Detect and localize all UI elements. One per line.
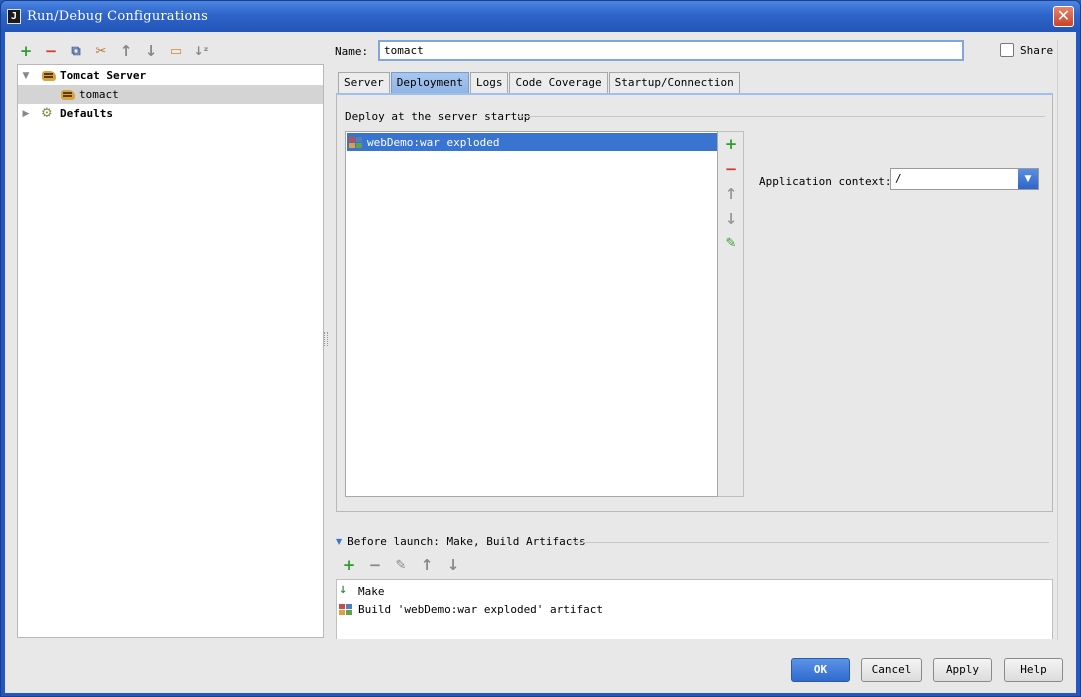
expand-arrow-icon[interactable]: ▼: [20, 71, 32, 81]
dialog-client: + − ⧉ ✂ ↑ ↓ ▭ ↓ᶻ ▼ Tomcat Server tomact …: [5, 32, 1076, 693]
apply-button[interactable]: Apply: [933, 658, 992, 682]
chevron-down-icon[interactable]: ▼: [1018, 169, 1038, 189]
share-checkbox-row[interactable]: Share: [1000, 43, 1053, 57]
close-button[interactable]: ✕: [1053, 6, 1074, 27]
name-input[interactable]: tomact: [378, 40, 964, 61]
move-down-icon[interactable]: ↓: [444, 556, 462, 574]
deploy-list-toolbar: + − ↑ ↓ ✎: [718, 131, 744, 497]
list-item-label: Make: [358, 584, 385, 598]
list-item-label: webDemo:war exploded: [367, 135, 500, 149]
list-item-label: Build 'webDemo:war exploded' artifact: [358, 602, 604, 616]
before-launch-divider: [570, 542, 1049, 543]
move-down-icon[interactable]: ↓: [723, 211, 739, 227]
sort-icon[interactable]: ↓ᶻ: [192, 42, 210, 60]
share-checkbox[interactable]: [1000, 43, 1014, 57]
deployment-panel: Deploy at the server startup webDemo:war…: [336, 93, 1053, 512]
copy-icon[interactable]: ⧉: [67, 42, 85, 60]
deploy-artifact-list[interactable]: webDemo:war exploded: [345, 131, 718, 497]
section-divider: [517, 116, 1045, 117]
tab-startup-connection[interactable]: Startup/Connection: [608, 72, 740, 93]
before-launch-header[interactable]: ▼ Before launch: Make, Build Artifacts: [336, 535, 586, 548]
title-bar[interactable]: J Run/Debug Configurations ✕: [1, 1, 1080, 32]
before-launch-list[interactable]: ↓ Make Build 'webDemo:war exploded' arti…: [336, 579, 1053, 639]
help-button[interactable]: Help: [1004, 658, 1063, 682]
tree-item-label: Tomcat Server: [60, 69, 147, 82]
collapse-arrow-icon[interactable]: ▼: [336, 537, 342, 546]
tree-item-defaults[interactable]: ▶ ⚙ Defaults: [18, 104, 323, 123]
panel-splitter[interactable]: [324, 332, 328, 346]
list-item[interactable]: Build 'webDemo:war exploded' artifact: [339, 600, 603, 618]
add-icon[interactable]: +: [17, 42, 35, 60]
dialog-window: J Run/Debug Configurations ✕ + − ⧉ ✂ ↑ ↓…: [0, 0, 1081, 697]
artifact-icon: [339, 603, 353, 616]
remove-icon[interactable]: −: [42, 42, 60, 60]
tree-item-label: tomact: [79, 88, 119, 101]
edit-defaults-icon[interactable]: ✂: [92, 42, 110, 60]
add-icon[interactable]: +: [340, 556, 358, 574]
tab-deployment[interactable]: Deployment: [390, 72, 469, 93]
tree-item-label: Defaults: [60, 107, 113, 120]
edit-icon[interactable]: ✎: [392, 556, 410, 574]
move-down-icon[interactable]: ↓: [142, 42, 160, 60]
share-label: Share: [1020, 43, 1054, 57]
before-launch-title: Before launch: Make, Build Artifacts: [347, 535, 586, 548]
make-icon: ↓: [339, 585, 348, 596]
folder-icon[interactable]: ▭: [167, 42, 185, 60]
tomcat-icon: [41, 69, 57, 83]
window-title: Run/Debug Configurations: [27, 9, 209, 24]
list-item[interactable]: webDemo:war exploded: [347, 133, 717, 151]
move-up-icon[interactable]: ↑: [418, 556, 436, 574]
name-label: Name:: [335, 45, 369, 58]
vertical-scrollbar[interactable]: [1057, 40, 1068, 640]
app-icon: J: [7, 9, 21, 24]
tab-code-coverage[interactable]: Code Coverage: [509, 72, 608, 93]
before-launch-toolbar: + − ✎ ↑ ↓: [340, 556, 462, 574]
section-title: Deploy at the server startup: [345, 110, 531, 123]
edit-icon[interactable]: ✎: [723, 236, 739, 252]
add-icon[interactable]: +: [723, 136, 739, 152]
artifact-icon: [349, 136, 363, 149]
remove-icon[interactable]: −: [723, 161, 739, 177]
move-up-icon[interactable]: ↑: [723, 186, 739, 202]
tab-server[interactable]: Server: [338, 72, 390, 93]
tree-item-tomcat-server[interactable]: ▼ Tomcat Server: [18, 66, 323, 85]
tab-logs[interactable]: Logs: [469, 72, 509, 93]
tomcat-icon: [60, 88, 76, 102]
application-context-label: Application context:: [759, 175, 892, 188]
expand-arrow-icon[interactable]: ▶: [20, 109, 32, 119]
wrench-icon: ⚙: [41, 105, 53, 121]
list-item[interactable]: ↓ Make: [339, 582, 385, 600]
cancel-button[interactable]: Cancel: [861, 658, 922, 682]
move-up-icon[interactable]: ↑: [117, 42, 135, 60]
application-context-value: /: [895, 172, 902, 185]
application-context-combo[interactable]: / ▼: [890, 168, 1039, 190]
configuration-tree: ▼ Tomcat Server tomact ▶ ⚙ Defaults: [17, 64, 324, 638]
ok-button[interactable]: OK: [791, 658, 850, 682]
remove-icon[interactable]: −: [366, 556, 384, 574]
left-toolbar: + − ⧉ ✂ ↑ ↓ ▭ ↓ᶻ: [17, 40, 210, 62]
tab-bar: Server Deployment Logs Code Coverage Sta…: [338, 72, 741, 93]
tree-item-tomact[interactable]: tomact: [18, 85, 323, 104]
